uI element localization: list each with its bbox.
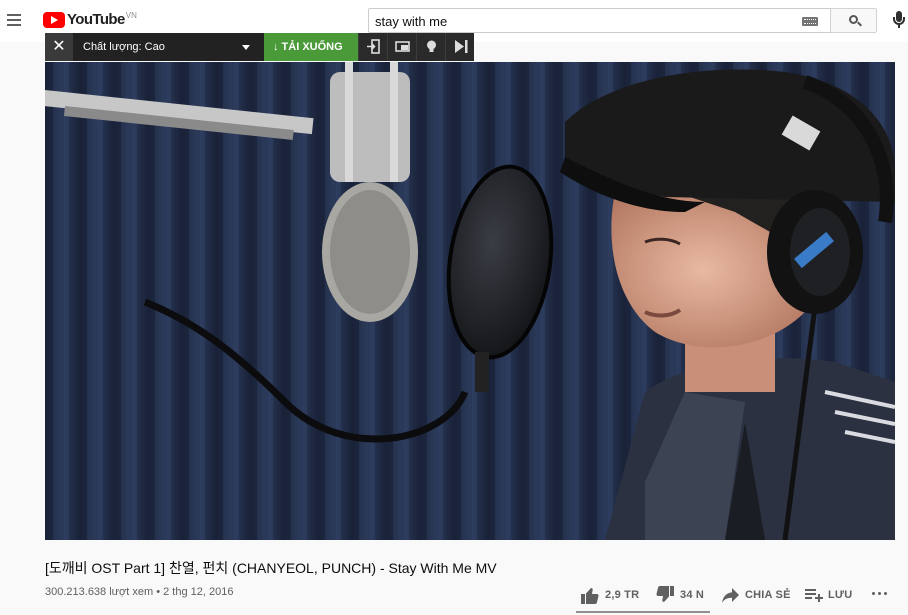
- video-player[interactable]: [45, 62, 895, 540]
- youtube-play-icon: [43, 12, 65, 28]
- exit-icon[interactable]: [358, 33, 387, 61]
- close-button[interactable]: ✕: [45, 33, 73, 61]
- youtube-logo[interactable]: YouTube VN: [43, 11, 137, 31]
- share-label: CHIA SẺ: [745, 589, 791, 601]
- popup-window-icon[interactable]: [387, 33, 416, 61]
- mic-icon[interactable]: [893, 11, 905, 31]
- skip-end-icon[interactable]: [445, 33, 474, 61]
- download-button[interactable]: ↓ TẢI XUỐNG: [264, 33, 358, 61]
- menu-icon[interactable]: [4, 10, 24, 30]
- thumb-down-icon: [656, 586, 674, 602]
- caret-down-icon: [242, 45, 250, 50]
- download-toolbar: ✕ Chất lượng: Cao ↓ TẢI XUỐNG: [45, 33, 474, 61]
- share-icon: [722, 588, 739, 603]
- logo-country: VN: [125, 11, 137, 20]
- keyboard-icon[interactable]: [802, 17, 818, 26]
- playlist-add-icon: [805, 589, 823, 602]
- save-button[interactable]: LƯU: [805, 585, 852, 605]
- more-actions-icon[interactable]: [872, 592, 888, 596]
- like-count: 2,9 TR: [605, 589, 640, 601]
- search-box[interactable]: [368, 8, 831, 33]
- logo-text: YouTube: [67, 11, 125, 28]
- like-button[interactable]: 2,9 TR: [580, 585, 639, 605]
- share-button[interactable]: CHIA SẺ: [722, 585, 791, 605]
- search-button[interactable]: [830, 8, 877, 33]
- quality-label: Chất lượng: Cao: [83, 41, 165, 53]
- search-input[interactable]: [375, 12, 795, 30]
- dislike-count: 34 N: [680, 589, 705, 601]
- video-meta: 300.213.638 lượt xem • 2 thg 12, 2016: [45, 586, 234, 598]
- video-title: [도깨비 OST Part 1] 찬열, 펀치 (CHANYEOL, PUNCH…: [45, 560, 497, 576]
- video-frame: [45, 62, 895, 540]
- like-ratio-bar: [576, 611, 710, 613]
- save-label: LƯU: [828, 589, 853, 601]
- thumb-up-icon: [581, 588, 599, 604]
- lightbulb-icon[interactable]: [416, 33, 445, 61]
- quality-select[interactable]: Chất lượng: Cao: [73, 33, 264, 61]
- dislike-button[interactable]: 34 N: [655, 585, 704, 605]
